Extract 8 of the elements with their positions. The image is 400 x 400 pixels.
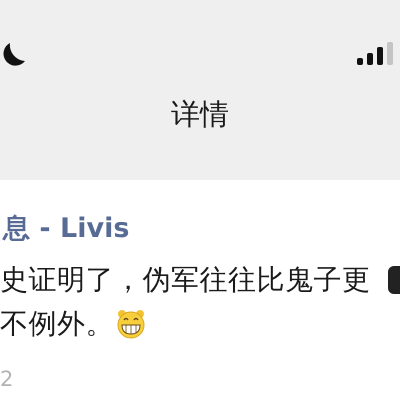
post-time: 2 (0, 369, 14, 390)
clipped-mark (388, 266, 400, 294)
signal-icon (357, 42, 395, 66)
grinning-emoji-icon (116, 309, 146, 339)
page-title: 详情 (171, 97, 229, 131)
post-text-line: 史证明了，伪军往往比鬼子更 (0, 266, 370, 294)
author-name[interactable]: 息 - Livis (0, 215, 130, 242)
post-text-line: 不例外。 (0, 310, 114, 338)
